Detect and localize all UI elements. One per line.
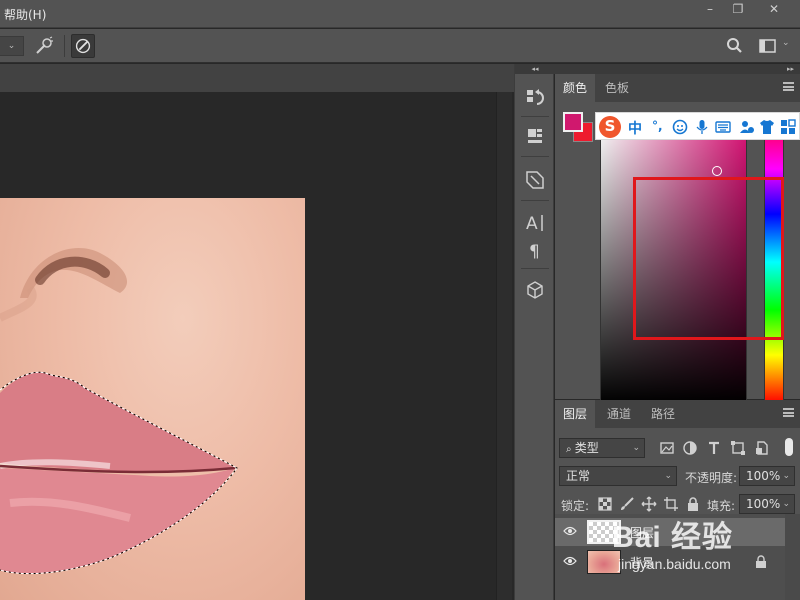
lips-photo <box>0 248 238 575</box>
panel-menu-icon[interactable] <box>783 82 794 91</box>
fill-field[interactable]: 100% ⌄ <box>739 494 795 514</box>
character-icon[interactable]: A <box>523 210 547 234</box>
opacity-field[interactable]: 100% ⌄ <box>739 466 795 486</box>
tab-channels[interactable]: 通道 <box>599 400 639 428</box>
blend-mode-value: 正常 <box>566 469 591 483</box>
type-filter-icon[interactable] <box>706 440 722 456</box>
svg-text:A: A <box>526 214 538 234</box>
panel-collapse-handle[interactable]: ▸▸ <box>555 64 800 74</box>
baidu-watermark: Bai 经验 jingyan.baidu.com <box>612 512 782 582</box>
panel-menu-icon[interactable] <box>783 408 794 417</box>
layer-filter-dropdown[interactable]: ⌕ 类型 ⌄ <box>559 438 645 458</box>
workspace-icon[interactable] <box>756 34 780 58</box>
keyboard-icon[interactable] <box>715 119 731 135</box>
lock-label: 锁定: <box>561 499 590 513</box>
layers-panel-tabs: 图层 通道 路径 <box>555 400 800 428</box>
tab-color[interactable]: 颜色 <box>555 74 596 102</box>
opacity-value: 100% <box>746 469 781 483</box>
annotation-highlight-box <box>633 177 784 340</box>
document-tab-strip <box>0 64 514 92</box>
dock-separator <box>521 200 549 201</box>
color-picker-cursor[interactable] <box>712 166 722 176</box>
emoji-icon[interactable] <box>672 119 688 135</box>
layers-scrollbar[interactable] <box>785 514 800 600</box>
dropdown-arrow: ⌄ <box>632 443 640 453</box>
color-panel-tabs: 颜色 色板 <box>555 74 800 102</box>
dock-separator <box>521 268 549 269</box>
minimize-button[interactable]: – <box>696 0 724 20</box>
smart-object-filter-icon[interactable] <box>754 440 770 456</box>
menu-bar: 帮助(H) – ❐ ✕ <box>0 0 800 28</box>
sogou-logo-icon[interactable]: S <box>599 116 621 138</box>
history-icon[interactable] <box>523 86 547 110</box>
toolbox-icon[interactable] <box>780 119 796 135</box>
opacity-label: 不透明度: <box>685 471 738 485</box>
microphone-icon[interactable] <box>694 119 710 135</box>
eye-icon[interactable] <box>563 526 577 536</box>
tab-layers[interactable]: 图层 <box>555 400 596 428</box>
menu-help[interactable]: 帮助(H) <box>4 6 46 23</box>
workspace-dropdown-arrow[interactable]: ⌄ <box>782 38 790 48</box>
ime-punctuation-mode[interactable]: °, <box>652 119 663 133</box>
restore-button[interactable]: ❐ <box>724 0 752 20</box>
lock-all-icon[interactable] <box>685 496 701 512</box>
adjustment-filter-icon[interactable] <box>682 440 698 456</box>
watermark-url: jingyan.baidu.com <box>618 556 731 572</box>
tab-paths[interactable]: 路径 <box>643 400 683 428</box>
dock-separator <box>521 116 549 117</box>
properties-icon[interactable] <box>523 124 547 148</box>
search-icon[interactable] <box>722 34 746 58</box>
lock-move-icon[interactable] <box>641 496 657 512</box>
lock-brush-icon[interactable] <box>619 496 635 512</box>
3d-icon[interactable] <box>523 278 547 302</box>
lock-transparent-icon[interactable] <box>597 496 613 512</box>
dropdown-arrow: ⌄ <box>7 41 16 51</box>
filter-search-icon: ⌕ <box>566 444 575 455</box>
paragraph-icon[interactable]: ¶ <box>523 238 547 262</box>
foreground-color-swatch[interactable] <box>563 112 583 132</box>
filter-toggle-switch[interactable] <box>785 438 793 456</box>
blend-mode-dropdown[interactable]: 正常 ⌄ <box>559 466 677 486</box>
options-bar: ⌄ ⌄ <box>0 29 800 63</box>
tab-swatches[interactable]: 色板 <box>597 74 637 102</box>
panel-icon-dock: ◂◂ A ¶ <box>514 64 555 600</box>
dropdown-arrow: ⌄ <box>664 471 672 481</box>
skin-icon[interactable] <box>759 119 775 135</box>
user-settings-icon[interactable] <box>739 119 755 135</box>
lock-artboard-icon[interactable] <box>663 496 679 512</box>
adjustments-icon[interactable] <box>523 168 547 192</box>
ime-chinese-mode[interactable]: 中 <box>628 118 642 138</box>
brush-preset-dropdown[interactable]: ⌄ <box>0 36 24 56</box>
close-button[interactable]: ✕ <box>754 0 794 20</box>
fill-value: 100% <box>746 497 781 511</box>
shape-filter-icon[interactable] <box>730 440 746 456</box>
airbrush-icon[interactable] <box>32 34 56 58</box>
dock-separator <box>521 156 549 157</box>
dock-collapse-handle[interactable]: ◂◂ <box>515 64 555 74</box>
ime-toolbar: S 中 °, <box>595 112 800 140</box>
options-separator <box>64 35 65 57</box>
dropdown-arrow: ⌄ <box>782 499 790 509</box>
document-photo[interactable] <box>0 198 305 600</box>
filter-type-label: 类型 <box>574 441 599 455</box>
svg-text:¶: ¶ <box>529 242 540 262</box>
dropdown-arrow: ⌄ <box>782 471 790 481</box>
eye-icon[interactable] <box>563 556 577 566</box>
canvas-scrollbar[interactable] <box>496 92 512 600</box>
pressure-icon[interactable] <box>71 34 95 58</box>
watermark-main-text: Bai 经验 <box>612 521 734 554</box>
pixel-filter-icon[interactable] <box>659 440 675 456</box>
